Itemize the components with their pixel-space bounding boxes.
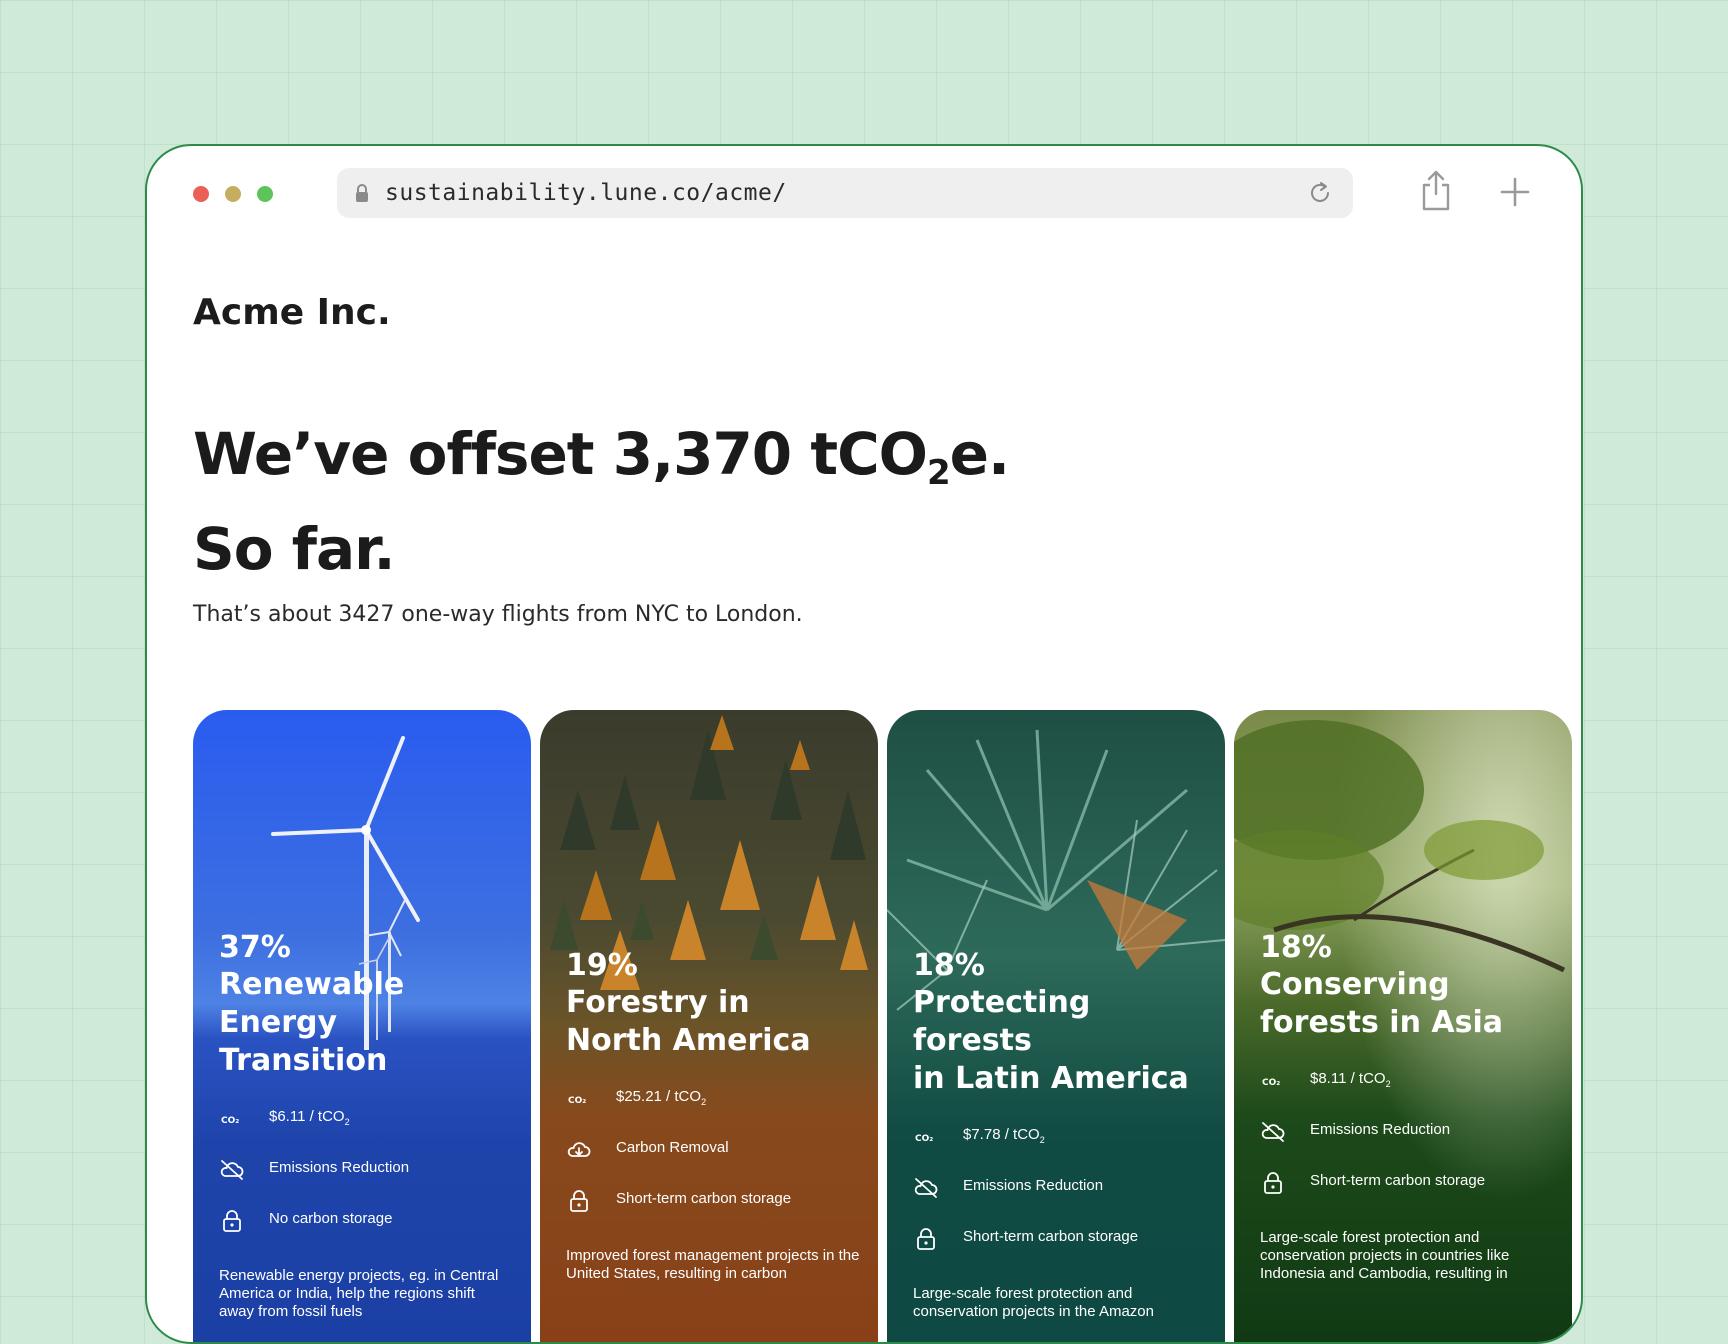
lock-icon [356, 184, 368, 202]
storage-row: No carbon storage [219, 1208, 513, 1259]
project-card-latin-america[interactable]: 18% Protecting forests in Latin America C… [887, 710, 1225, 1342]
type-row: Emissions Reduction [1260, 1119, 1554, 1170]
reload-icon[interactable] [1305, 178, 1335, 208]
co2-icon: CO₂ [915, 1134, 933, 1144]
co2-icon: CO₂ [1262, 1078, 1280, 1088]
project-description: Improved forest management projects in t… [566, 1247, 860, 1282]
project-description: Renewable energy projects, eg. in Centra… [219, 1267, 499, 1320]
card-content: 19% Forestry in North America CO₂ $25.21 … [566, 948, 860, 1283]
title-line2: in Latin America [913, 1061, 1189, 1096]
cloud-slash-icon [914, 1178, 938, 1198]
project-title: Protecting forests in Latin America [913, 984, 1207, 1098]
price-row: CO₂ $25.21 / tCO2 [566, 1086, 860, 1137]
lock-icon [917, 1228, 935, 1250]
svg-text:CO₂: CO₂ [1262, 1078, 1280, 1088]
price-text: $7.78 / tCO [963, 1126, 1040, 1143]
cloud-download-icon [567, 1142, 591, 1157]
price-text: $8.11 / tCO [1310, 1070, 1386, 1087]
project-card-asia[interactable]: 18% Conserving forests in Asia CO₂ $8.11 … [1234, 710, 1572, 1342]
project-type: Emissions Reduction [1310, 1121, 1451, 1138]
project-card-forestry-north-america[interactable]: 19% Forestry in North America CO₂ $25.21 … [540, 710, 878, 1342]
price-subscript: 2 [1385, 1079, 1391, 1089]
cloud-slash-icon [220, 1160, 244, 1180]
share-icon[interactable] [1419, 168, 1453, 212]
storage-type: Short-term carbon storage [616, 1190, 792, 1207]
storage-type: No carbon storage [269, 1210, 393, 1227]
price-row: CO₂ $8.11 / tCO2 [1260, 1068, 1554, 1119]
type-row: Emissions Reduction [219, 1157, 513, 1208]
title-line1: Forestry in [566, 985, 750, 1020]
project-description: Large-scale forest protection and conser… [1260, 1229, 1510, 1282]
headline-text: We’ve offset 3,370 tCO [193, 420, 928, 488]
page-headline: We’ve offset 3,370 tCO2e. So far. [193, 416, 1010, 587]
storage-row: Short-term carbon storage [913, 1226, 1207, 1277]
card-content: 18% Protecting forests in Latin America C… [913, 948, 1207, 1321]
maximize-window-button[interactable] [257, 186, 273, 202]
browser-toolbar: sustainability.lune.co/acme/ [147, 146, 1581, 246]
headline-suffix: e. [949, 420, 1010, 488]
price-subscript: 2 [344, 1117, 350, 1127]
card-content: 18% Conserving forests in Asia CO₂ $8.11 … [1260, 930, 1554, 1283]
address-bar[interactable]: sustainability.lune.co/acme/ [337, 168, 1353, 218]
title-line1: Protecting forests [913, 985, 1091, 1058]
co2-icon: CO₂ [568, 1096, 586, 1106]
project-type: Carbon Removal [616, 1139, 729, 1156]
headline-subscript: 2 [926, 453, 951, 493]
storage-row: Short-term carbon storage [1260, 1170, 1554, 1221]
price-subscript: 2 [701, 1097, 707, 1107]
svg-text:CO₂: CO₂ [221, 1116, 239, 1126]
card-content: 37% Renewable Energy Transition CO₂ $6.11… [219, 930, 513, 1321]
project-title: Renewable Energy Transition [219, 966, 513, 1080]
project-title: Conserving forests in Asia [1260, 966, 1554, 1042]
allocation-percent: 18% [1260, 930, 1332, 965]
project-title: Forestry in North America [566, 984, 860, 1060]
allocation-percent: 19% [566, 948, 638, 983]
headline-line2: So far. [193, 515, 396, 583]
url-text[interactable]: sustainability.lune.co/acme/ [385, 180, 787, 206]
project-type: Emissions Reduction [963, 1177, 1104, 1194]
type-row: Carbon Removal [566, 1137, 860, 1188]
price-row: CO₂ $7.78 / tCO2 [913, 1124, 1207, 1175]
price-text: $6.11 / tCO [269, 1108, 345, 1125]
price-row: CO₂ $6.11 / tCO2 [219, 1106, 513, 1157]
price-text: $25.21 / tCO [616, 1088, 702, 1105]
new-tab-icon[interactable] [1499, 176, 1531, 208]
cloud-slash-icon [1261, 1122, 1285, 1142]
title-line2: North America [566, 1023, 811, 1058]
title-line2: forests in Asia [1260, 1005, 1503, 1040]
lock-icon [223, 1210, 241, 1232]
project-description: Large-scale forest protection and conser… [913, 1285, 1154, 1320]
storage-type: Short-term carbon storage [963, 1228, 1139, 1245]
co2-icon: CO₂ [221, 1116, 239, 1126]
close-window-button[interactable] [193, 186, 209, 202]
lock-icon [1264, 1172, 1282, 1194]
flights-comparison: That’s about 3427 one-way flights from N… [193, 602, 803, 627]
project-type: Emissions Reduction [269, 1159, 410, 1176]
title-line1: Conserving [1260, 967, 1450, 1002]
price-subscript: 2 [1039, 1135, 1045, 1145]
allocation-percent: 18% [913, 948, 985, 983]
lock-icon [570, 1190, 588, 1212]
minimize-window-button[interactable] [225, 186, 241, 202]
title-line1: Renewable Energy [219, 967, 405, 1040]
storage-row: Short-term carbon storage [566, 1188, 860, 1239]
svg-text:CO₂: CO₂ [568, 1096, 586, 1106]
svg-text:CO₂: CO₂ [915, 1134, 933, 1144]
type-row: Emissions Reduction [913, 1175, 1207, 1226]
project-card-renewable-energy[interactable]: 37% Renewable Energy Transition CO₂ $6.11… [193, 710, 531, 1342]
organization-name: Acme Inc. [193, 292, 391, 333]
storage-type: Short-term carbon storage [1310, 1172, 1486, 1189]
title-line2: Transition [219, 1043, 388, 1078]
allocation-percent: 37% [219, 930, 291, 965]
browser-window: sustainability.lune.co/acme/ Acme Inc. W… [145, 144, 1583, 1344]
